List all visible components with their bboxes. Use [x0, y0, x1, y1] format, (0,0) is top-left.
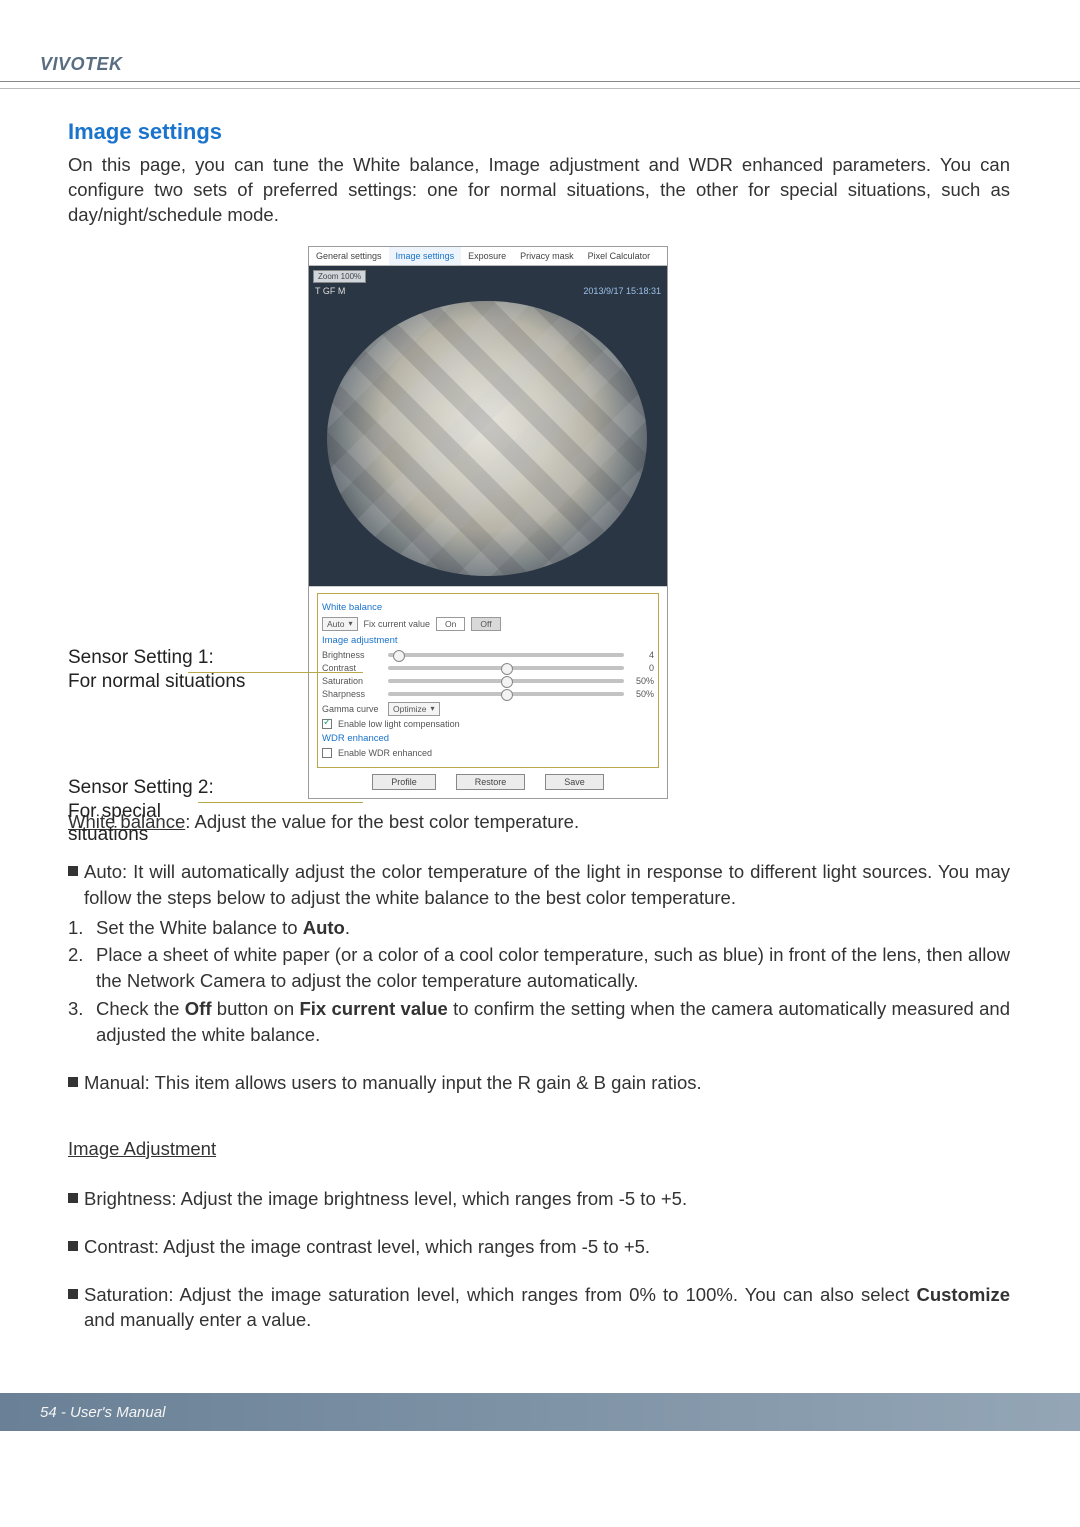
- tabs: General settings Image settings Exposure…: [309, 247, 667, 266]
- bullet-icon: [68, 1193, 78, 1203]
- gamma-select[interactable]: Optimize▾: [388, 702, 440, 716]
- tab-exposure[interactable]: Exposure: [461, 247, 513, 265]
- contrast-slider[interactable]: [388, 666, 624, 670]
- sharpness-slider[interactable]: [388, 692, 624, 696]
- auto-bullet-text: Auto: It will automatically adjust the c…: [84, 859, 1010, 911]
- step-1: Set the White balance to Auto.: [96, 915, 350, 941]
- bullet-icon: [68, 1289, 78, 1299]
- white-balance-title: White balance: [322, 602, 654, 613]
- wdr-title: WDR enhanced: [322, 733, 654, 744]
- tab-general[interactable]: General settings: [309, 247, 389, 265]
- step-2: Place a sheet of white paper (or a color…: [96, 942, 1010, 994]
- gamma-label: Gamma curve: [322, 704, 382, 714]
- save-button[interactable]: Save: [545, 774, 604, 790]
- lowlight-label: Enable low light compensation: [338, 719, 460, 729]
- bullet-icon: [68, 1241, 78, 1251]
- profile-button[interactable]: Profile: [372, 774, 436, 790]
- wdr-enable-label: Enable WDR enhanced: [338, 748, 432, 758]
- video-preview: Zoom 100% T GF M 2013/9/17 15:18:31: [309, 266, 667, 586]
- settings-panel: General settings Image settings Exposure…: [308, 246, 668, 799]
- section-title: Image settings: [68, 119, 1010, 145]
- white-balance-mode-select[interactable]: Auto▾: [322, 617, 358, 631]
- sharpness-label: Sharpness: [322, 689, 382, 699]
- callout-line-2: [198, 802, 363, 814]
- tab-image-settings[interactable]: Image settings: [389, 247, 462, 265]
- zoom-indicator[interactable]: Zoom 100%: [313, 270, 366, 283]
- saturation-value: 50%: [630, 676, 654, 686]
- bullet-icon: [68, 1077, 78, 1087]
- brightness-slider[interactable]: [388, 653, 624, 657]
- chevron-down-icon: ▾: [349, 619, 353, 628]
- brand-title: VIVOTEK: [40, 54, 123, 74]
- callout-sensor-2: Sensor Setting 2: For special situations: [68, 776, 214, 847]
- footer: 54 - User's Manual: [0, 1393, 1080, 1431]
- contrast-value: 0: [630, 663, 654, 673]
- video-title: T GF M: [315, 286, 345, 296]
- contrast-text: Contrast: Adjust the image contrast leve…: [84, 1234, 650, 1260]
- sharpness-value: 50%: [630, 689, 654, 699]
- wdr-checkbox[interactable]: [322, 748, 332, 758]
- fix-on-button[interactable]: On: [436, 617, 465, 631]
- video-timestamp: 2013/9/17 15:18:31: [583, 286, 661, 296]
- sensor-setting-2-row: Profile Restore Save: [317, 774, 659, 790]
- step-3: Check the Off button on Fix current valu…: [96, 996, 1010, 1048]
- brightness-value: 4: [630, 650, 654, 660]
- brightness-label: Brightness: [322, 650, 382, 660]
- intro-text: On this page, you can tune the White bal…: [68, 153, 1010, 228]
- image-adjustment-title: Image adjustment: [322, 635, 654, 646]
- image-adjustment-heading: Image Adjustment: [68, 1136, 1010, 1162]
- callout-sensor-1: Sensor Setting 1: For normal situations: [68, 646, 245, 694]
- bullet-icon: [68, 866, 78, 876]
- tab-privacy-mask[interactable]: Privacy mask: [513, 247, 581, 265]
- sensor-setting-1-box: White balance Auto▾ Fix current value On…: [317, 593, 659, 768]
- lowlight-checkbox[interactable]: [322, 719, 332, 729]
- tab-pixel-calculator[interactable]: Pixel Calculator: [581, 247, 658, 265]
- brightness-text: Brightness: Adjust the image brightness …: [84, 1186, 687, 1212]
- saturation-slider[interactable]: [388, 679, 624, 683]
- fisheye-preview: [327, 301, 647, 576]
- saturation-text: Saturation: Adjust the image saturation …: [84, 1282, 1010, 1334]
- manual-bullet-text: Manual: This item allows users to manual…: [84, 1070, 702, 1096]
- fix-off-button[interactable]: Off: [471, 617, 500, 631]
- callout-line-1: [188, 672, 363, 684]
- chevron-down-icon: ▾: [431, 704, 435, 713]
- restore-button[interactable]: Restore: [456, 774, 526, 790]
- fix-current-value-label: Fix current value: [364, 619, 431, 629]
